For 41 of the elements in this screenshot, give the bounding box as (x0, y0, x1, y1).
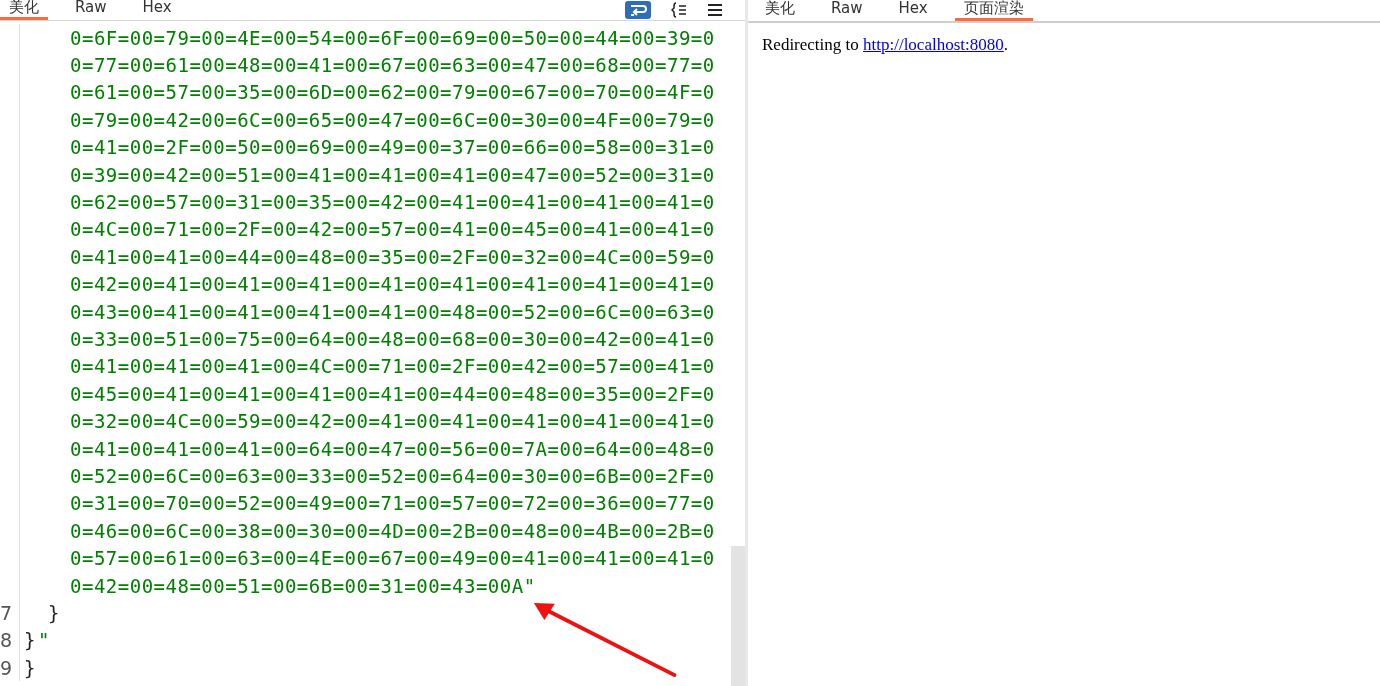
string-value: 0=57=00=61=00=63=00=4E=00=67=00=49=00=41=00=41=00=41=0 (70, 547, 715, 570)
string-value: 0=41=00=2F=00=50=00=69=00=49=00=37=00=66=00=58=00=31=0 (70, 136, 715, 159)
tab[interactable]: Hex (889, 0, 937, 21)
string-value: 0=6F=00=79=00=4E=00=54=00=6F=00=69=00=50=00=44=00=39=0 (70, 26, 715, 49)
format-icon[interactable] (671, 2, 687, 18)
string-value: 0=42=00=48=00=51=00=6B=00=31=00=43=00A" (70, 574, 536, 597)
string-value: 0=39=00=42=00=51=00=41=00=41=00=41=00=47=00=52=00=31=0 (70, 163, 715, 186)
string-value: 0=77=00=61=00=48=00=41=00=67=00=63=00=47=00=68=00=77=0 (70, 54, 715, 77)
string-value: 0=31=00=70=00=52=00=49=00=71=00=57=00=72=00=36=00=77=0 (70, 492, 715, 515)
string-value: 0=41=00=41=00=41=00=4C=00=71=00=2F=00=42=00=57=00=41=0 (70, 355, 715, 378)
tab[interactable]: Raw (66, 0, 116, 20)
brace: } (24, 629, 36, 652)
tab[interactable]: Hex (133, 0, 181, 20)
string-value: 0=41=00=41=00=44=00=48=00=35=00=2F=00=32=00=4C=00=59=0 (70, 245, 715, 268)
line-number: 9 (0, 656, 13, 679)
scrollbar-thumb[interactable] (731, 546, 745, 686)
tab[interactable]: 美化 (756, 0, 804, 21)
brace: } (46, 601, 60, 624)
string-value: 0=43=00=41=00=41=00=41=00=41=00=48=00=52=00=6C=00=63=0 (70, 300, 715, 323)
string-value: 0=79=00=42=00=6C=00=65=00=47=00=6C=00=30=00=4F=00=79=0 (70, 108, 715, 131)
tab[interactable]: Raw (822, 0, 872, 21)
string-value: 0=52=00=6C=00=63=00=33=00=52=00=64=00=30=00=6B=00=2F=0 (70, 464, 715, 487)
string-value: 0=41=00=41=00=41=00=64=00=47=00=56=00=7A=00=64=00=48=0 (70, 437, 715, 460)
localhost-link[interactable]: http://localhost:8080 (863, 35, 1004, 54)
string-value: 0=61=00=57=00=35=00=6D=00=62=00=79=00=67=00=70=00=4F=0 (70, 81, 715, 104)
string-value: 0=33=00=51=00=75=00=64=00=48=00=68=00=30=00=42=00=41=0 (70, 328, 715, 350)
string-value: 0=4C=00=71=00=2F=00=42=00=57=00=41=00=45=00=41=00=41=0 (70, 218, 715, 241)
tab[interactable]: 页面渲染 (954, 0, 1033, 21)
string-value: 0=62=00=57=00=31=00=35=00=42=00=41=00=41=00=41=00=41=0 (70, 191, 715, 214)
string-value: 0=45=00=41=00=41=00=41=00=41=00=44=00=48=00=35=00=2F=0 (70, 382, 715, 405)
redirect-message: Redirecting to http://localhost:8080. (762, 35, 1009, 55)
string-value: 0=32=00=4C=00=59=00=42=00=41=00=41=00=41=00=41=00=41=0 (70, 410, 715, 433)
line-number: 7 (0, 601, 13, 624)
menu-icon[interactable] (707, 3, 723, 17)
string-value: " (37, 629, 50, 652)
string-value: 0=46=00=6C=00=38=00=30=00=4D=00=2B=00=48=00=4B=00=2B=0 (70, 519, 715, 542)
string-value: 0=42=00=41=00=41=00=41=00=41=00=41=00=41=00=41=00=41=0 (70, 273, 715, 296)
line-number: 8 (0, 629, 13, 652)
wrap-icon[interactable] (625, 1, 651, 19)
tab[interactable]: 美化 (0, 0, 48, 20)
brace: } (24, 656, 36, 679)
